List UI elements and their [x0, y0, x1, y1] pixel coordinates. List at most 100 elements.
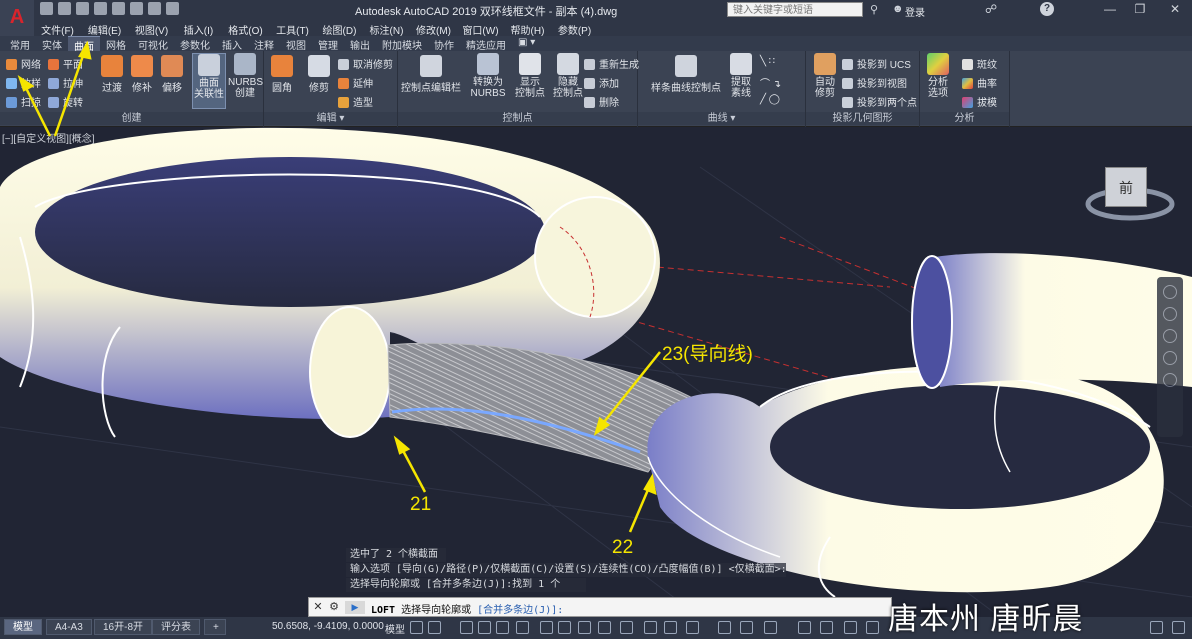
minimize-icon[interactable]: —	[1095, 1, 1125, 18]
remove-cv-button[interactable]: 删除	[584, 94, 619, 109]
snap-icon[interactable]	[428, 621, 441, 634]
menu-modify[interactable]: 修改(M)	[410, 20, 457, 37]
web-save-icon[interactable]	[112, 2, 125, 15]
untrim-button[interactable]: 取消修剪	[338, 56, 393, 71]
annotation-monitor-icon[interactable]	[820, 621, 833, 634]
dynamic-ucs-icon[interactable]	[644, 621, 657, 634]
command-line[interactable]: ✕ ⚙ ▶ LOFT 选择导向轮廓或 [合并多条边(J)]:	[308, 597, 892, 617]
object-snap-icon[interactable]	[540, 621, 553, 634]
search-input[interactable]: 键入关键字或短语	[727, 2, 863, 17]
project-to-view-button[interactable]: 投影到视图	[842, 75, 907, 90]
grid-icon[interactable]	[410, 621, 423, 634]
tab-featured-apps[interactable]: 精选应用	[460, 36, 512, 52]
menu-draw[interactable]: 绘图(D)	[316, 20, 363, 37]
command-option[interactable]: [合并多条边(J)]:	[477, 605, 563, 616]
command-prompt-icon[interactable]: ▶	[345, 601, 365, 614]
gizmo-icon[interactable]	[686, 621, 699, 634]
cart-icon[interactable]: ☍	[985, 2, 997, 16]
add-layout-icon[interactable]: +	[204, 619, 226, 635]
tab-addins[interactable]: 附加模块	[376, 36, 428, 52]
drawing-viewport[interactable]: [−][自定义视图][概念] 21 22 23(导向线) 前	[0, 127, 1192, 617]
project-two-points-button[interactable]: 投影到两个点	[842, 94, 917, 109]
convert-to-nurbs-button[interactable]: 转换为 NURBS	[470, 53, 506, 99]
menu-edit[interactable]: 编辑(E)	[81, 20, 128, 37]
menu-help[interactable]: 帮助(H)	[504, 20, 551, 37]
layout-tab-16k-8k[interactable]: 16开-8开	[94, 619, 153, 635]
polar-icon[interactable]	[478, 621, 491, 634]
login-link[interactable]: 登录	[905, 4, 925, 19]
command-prompt-text[interactable]: LOFT 选择导向轮廓或 [合并多条边(J)]:	[371, 601, 563, 616]
tab-output[interactable]: 输出	[344, 36, 376, 52]
tab-view[interactable]: 视图	[280, 36, 312, 52]
annotation-visibility-icon[interactable]	[718, 621, 731, 634]
analysis-options-button[interactable]: 分析 选项	[922, 53, 954, 99]
close-icon[interactable]: ✕	[1160, 1, 1190, 18]
quick-properties-icon[interactable]	[866, 621, 879, 634]
showmotion-icon[interactable]	[1163, 373, 1177, 387]
orbit-icon[interactable]	[1163, 351, 1177, 365]
lineweight-icon[interactable]	[558, 621, 571, 634]
transparency-icon[interactable]	[578, 621, 591, 634]
draft-button[interactable]: 拔模	[962, 94, 997, 109]
redo-icon[interactable]	[166, 2, 179, 15]
patch-button[interactable]: 修补	[128, 55, 156, 94]
workspace-icon[interactable]	[798, 621, 811, 634]
object-snap-tracking-icon[interactable]	[516, 621, 529, 634]
tab-annotate[interactable]: 注释	[248, 36, 280, 52]
sculpt-button[interactable]: 造型	[338, 94, 373, 109]
nurbs-creation-button[interactable]: NURBS 创建	[228, 53, 263, 99]
cv-edit-bar-button[interactable]: 控制点编辑栏	[400, 55, 462, 94]
autocad-logo[interactable]: A	[0, 0, 34, 36]
menu-parametric[interactable]: 参数(P)	[551, 20, 598, 37]
selection-cycling-icon[interactable]	[598, 621, 611, 634]
ortho-icon[interactable]	[460, 621, 473, 634]
extend-button[interactable]: 延伸	[338, 75, 373, 90]
tab-insert[interactable]: 插入	[216, 36, 248, 52]
hide-cv-button[interactable]: 隐藏 控制点	[550, 53, 586, 99]
menu-icon[interactable]	[1172, 621, 1185, 634]
extract-isolines-button[interactable]: 提取 素线	[724, 53, 758, 99]
panel-edit-title[interactable]: 编辑 ▾	[264, 112, 397, 125]
save-as-icon[interactable]	[94, 2, 107, 15]
annotation-scale-icon[interactable]	[764, 621, 777, 634]
viewcube-front-face[interactable]: 前	[1105, 167, 1147, 207]
panel-curves-title[interactable]: 曲线 ▾	[638, 112, 805, 125]
selection-filter-icon[interactable]	[664, 621, 677, 634]
ribbon-toggle-icon[interactable]: ▣ ▾	[512, 36, 541, 51]
tab-visualize[interactable]: 可视化	[132, 36, 174, 52]
new-icon[interactable]	[40, 2, 53, 15]
menu-window[interactable]: 窗口(W)	[457, 20, 504, 37]
pan-icon[interactable]	[1163, 307, 1177, 321]
menu-file[interactable]: 文件(F)	[34, 20, 81, 37]
model-space-toggle[interactable]: 模型	[385, 621, 405, 636]
circle-tool-icon[interactable]: ╱ ◯	[760, 94, 780, 105]
offset-button[interactable]: 偏移	[158, 55, 186, 94]
surface-associativity-button[interactable]: 曲面 关联性	[192, 53, 226, 109]
units-icon[interactable]	[844, 621, 857, 634]
line-tool-icon[interactable]: ╲ ∷	[760, 56, 775, 67]
user-icon[interactable]: ☻	[892, 3, 904, 15]
curvature-button[interactable]: 曲率	[962, 75, 997, 90]
zoom-icon[interactable]	[1163, 329, 1177, 343]
auto-scale-icon[interactable]	[740, 621, 753, 634]
trim-button[interactable]: 修剪	[304, 55, 334, 94]
menu-insert[interactable]: 插入(I)	[175, 20, 222, 37]
restore-icon[interactable]: ❐	[1125, 1, 1155, 18]
menu-view[interactable]: 视图(V)	[128, 20, 175, 37]
menu-tools[interactable]: 工具(T)	[269, 20, 316, 37]
plot-icon[interactable]	[130, 2, 143, 15]
layout-tab-a4-a3[interactable]: A4-A3	[46, 619, 92, 635]
wrench-icon[interactable]: ⚙	[327, 600, 341, 614]
viewcube[interactable]: 前	[1085, 162, 1175, 232]
binoculars-icon[interactable]: ⚲	[870, 3, 878, 16]
auto-trim-button[interactable]: 自动 修剪	[810, 53, 840, 99]
zebra-button[interactable]: 斑纹	[962, 56, 997, 71]
isodraft-icon[interactable]	[496, 621, 509, 634]
customization-icon[interactable]	[1150, 621, 1163, 634]
menu-dimension[interactable]: 标注(N)	[363, 20, 410, 37]
tab-parametric[interactable]: 参数化	[174, 36, 216, 52]
rebuild-button[interactable]: 重新生成	[584, 56, 639, 71]
save-icon[interactable]	[76, 2, 89, 15]
menu-format[interactable]: 格式(O)	[222, 20, 269, 37]
open-icon[interactable]	[58, 2, 71, 15]
